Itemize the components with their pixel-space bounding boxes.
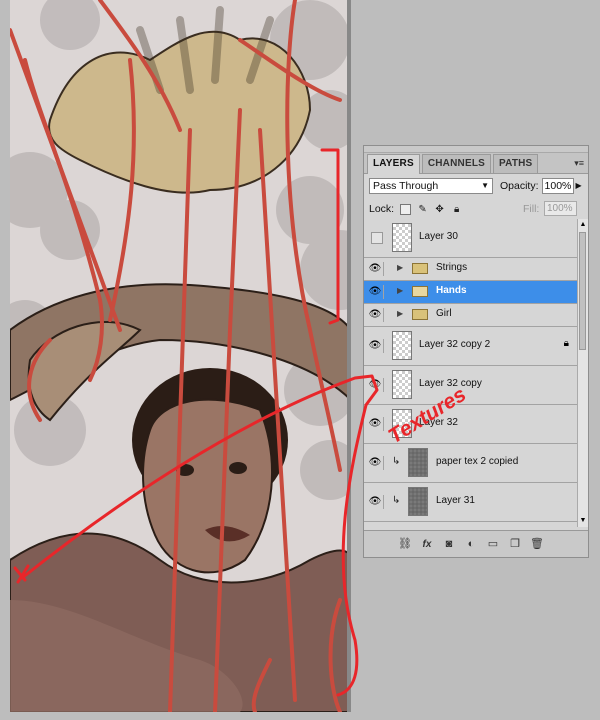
eye-icon[interactable]: 👁︎ <box>367 456 384 470</box>
eye-icon[interactable]: 👁︎ <box>367 308 384 322</box>
layer-thumbnail <box>392 223 412 252</box>
scroll-down-icon[interactable]: ▼ <box>578 515 588 527</box>
layer-row[interactable]: 👁︎ Layer 32 copy <box>364 366 579 405</box>
clipping-arrow-icon: ↳ <box>392 456 401 467</box>
panel-menu-icon[interactable]: ▾≡ <box>574 158 584 169</box>
tab-paths[interactable]: PATHS <box>493 154 539 173</box>
eye-icon[interactable]: 👁︎ <box>367 495 384 509</box>
group-row-selected[interactable]: 👁︎ ▶ Hands <box>364 281 579 304</box>
expand-arrow-icon[interactable]: ▶ <box>397 263 403 272</box>
fx-icon[interactable]: fx <box>420 538 434 551</box>
layers-scrollbar[interactable]: ▲ ▼ <box>577 219 588 527</box>
tab-channels[interactable]: CHANNELS <box>421 154 492 173</box>
lock-label: Lock: <box>369 203 395 215</box>
blend-mode-select[interactable]: Pass Through ▼ <box>369 178 493 194</box>
scroll-up-icon[interactable]: ▲ <box>578 219 588 231</box>
folder-icon <box>412 286 428 297</box>
layer-thumbnail <box>392 370 412 399</box>
expand-arrow-icon[interactable]: ▶ <box>397 286 403 295</box>
visibility-toggle[interactable] <box>371 232 383 244</box>
blend-row: Pass Through ▼ Opacity: 100% ▶ <box>364 174 588 198</box>
folder-icon <box>412 309 428 320</box>
group-row[interactable]: 👁︎ ▶ Strings <box>364 258 579 281</box>
layer-name: Layer 30 <box>419 231 458 242</box>
layer-name: paper tex 2 copied <box>436 456 519 467</box>
opacity-slider-arrow-icon[interactable]: ▶ <box>574 178 584 194</box>
artwork-illustration <box>10 0 351 712</box>
lock-position-icon[interactable]: ✥ <box>434 204 445 215</box>
trash-icon[interactable]: 🗑︎ <box>530 538 544 551</box>
group-row[interactable]: 👁︎ ▶ Girl <box>364 304 579 327</box>
layer-thumbnail <box>408 448 428 477</box>
layer-thumbnail <box>392 409 412 438</box>
layer-row[interactable]: 👁︎ ↳ paper tex 2 copied <box>364 444 579 483</box>
fill-field[interactable]: 100% <box>544 201 577 216</box>
eye-icon[interactable]: 👁︎ <box>367 262 384 276</box>
tab-layers[interactable]: LAYERS <box>367 154 420 174</box>
fill-label: Fill: <box>523 203 540 215</box>
group-name: Girl <box>436 308 452 319</box>
adjustment-icon[interactable]: ◐ <box>464 538 478 551</box>
link-icon[interactable]: ⛓︎ <box>398 538 412 551</box>
panel-tabs: LAYERS CHANNELS PATHS ▾≡ <box>364 153 588 174</box>
lock-transparent-icon[interactable] <box>400 203 412 215</box>
layer-row[interactable]: 👁︎ ↳ Layer 31 <box>364 483 579 522</box>
group-name: Strings <box>436 262 468 273</box>
chevron-down-icon: ▼ <box>481 181 489 190</box>
eye-icon[interactable]: 👁︎ <box>367 378 384 392</box>
new-group-icon[interactable]: ▭ <box>486 538 500 551</box>
blend-mode-value: Pass Through <box>373 180 439 192</box>
eye-icon[interactable]: 👁︎ <box>367 417 384 431</box>
opacity-field[interactable]: 100% <box>541 178 574 194</box>
layer-name: Layer 31 <box>436 495 475 506</box>
layer-row[interactable]: 👁︎ Layer 32 <box>364 405 579 444</box>
scrollbar-thumb[interactable] <box>579 232 586 350</box>
panel-titlebar[interactable] <box>364 146 588 153</box>
panel-bottom-toolbar: ⛓︎ fx ◙ ◐ ▭ ❐ 🗑︎ <box>364 530 588 557</box>
layer-row[interactable]: Layer 30 <box>364 219 579 258</box>
layer-name: Layer 32 copy <box>419 378 482 389</box>
lock-icon: 🔒︎ <box>563 338 569 349</box>
layer-name: Layer 32 <box>419 417 458 428</box>
lock-image-icon[interactable]: ✎ <box>417 204 428 215</box>
group-name: Hands <box>436 285 467 296</box>
new-layer-icon[interactable]: ❐ <box>508 538 522 551</box>
layers-panel: LAYERS CHANNELS PATHS ▾≡ Pass Through ▼ O… <box>363 145 589 558</box>
lock-all-icon[interactable]: 🔒︎ <box>451 204 462 215</box>
mask-icon[interactable]: ◙ <box>442 538 456 551</box>
layer-thumbnail <box>408 487 428 516</box>
layer-thumbnail <box>392 331 412 360</box>
clipping-arrow-icon: ↳ <box>392 495 401 506</box>
lock-row: Lock: ✎ ✥ 🔒︎ Fill: 100% <box>364 198 588 221</box>
eye-icon[interactable]: 👁︎ <box>367 339 384 353</box>
folder-icon <box>412 263 428 274</box>
layers-list: Layer 30 👁︎ ▶ Strings 👁︎ ▶ Hands 👁︎ ▶ Gi… <box>364 219 579 527</box>
artwork-canvas[interactable] <box>10 0 351 712</box>
layer-row[interactable]: 👁︎ Layer 32 copy 2 🔒︎ <box>364 327 579 366</box>
expand-arrow-icon[interactable]: ▶ <box>397 309 403 318</box>
eye-icon[interactable]: 👁︎ <box>367 285 384 299</box>
opacity-label: Opacity: <box>500 180 539 192</box>
layer-name: Layer 32 copy 2 <box>419 339 491 350</box>
